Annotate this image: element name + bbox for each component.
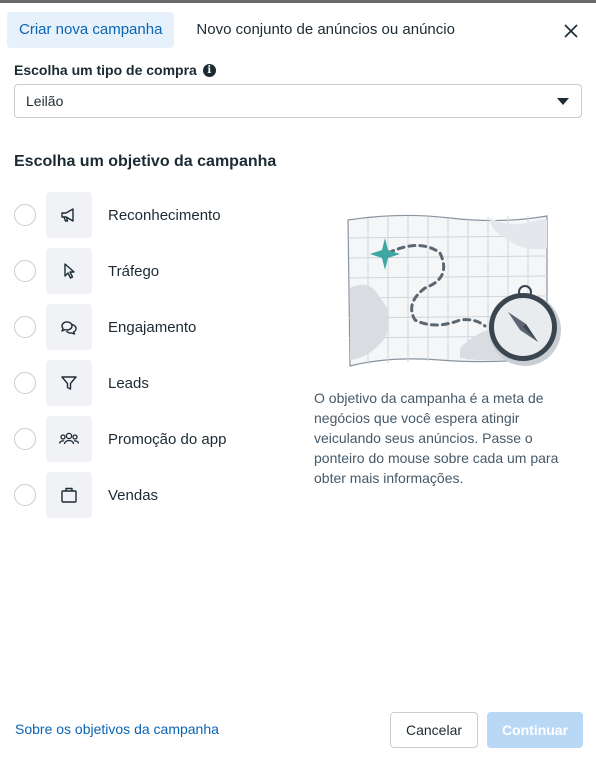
objective-option-promocao-app[interactable]: Promoção do app	[14, 416, 294, 462]
objective-section-title: Escolha um objetivo da campanha	[14, 153, 277, 170]
purchase-type-value: Leilão	[26, 93, 64, 109]
objective-label: Tráfego	[108, 262, 160, 280]
window-top-border	[0, 0, 596, 3]
objective-option-vendas[interactable]: Vendas	[14, 472, 294, 518]
info-icon[interactable]: i	[202, 63, 216, 77]
people-icon	[46, 416, 92, 462]
continue-button[interactable]: Continuar	[487, 712, 583, 748]
chat-bubbles-icon	[46, 304, 92, 350]
objective-option-engajamento[interactable]: Engajamento	[14, 304, 294, 350]
cursor-icon	[46, 248, 92, 294]
objective-label: Vendas	[108, 486, 159, 504]
objective-list: Reconhecimento Tráfego Engajamento Leads	[14, 192, 294, 528]
funnel-icon	[46, 360, 92, 406]
objective-option-reconhecimento[interactable]: Reconhecimento	[14, 192, 294, 238]
tab-bar: Criar nova campanha Novo conjunto de anú…	[7, 12, 467, 48]
cancel-button[interactable]: Cancelar	[390, 712, 478, 748]
radio-button[interactable]	[14, 316, 36, 338]
tab-criar-nova-campanha[interactable]: Criar nova campanha	[7, 12, 175, 48]
radio-button[interactable]	[14, 372, 36, 394]
chevron-down-icon	[557, 98, 569, 105]
shopping-bag-icon	[46, 472, 92, 518]
radio-button[interactable]	[14, 484, 36, 506]
about-objectives-link[interactable]: Sobre os objetivos da campanha	[15, 721, 219, 737]
radio-button[interactable]	[14, 204, 36, 226]
purchase-type-label: Escolha um tipo de compra	[14, 62, 197, 78]
purchase-type-label-row: Escolha um tipo de compra i	[14, 62, 216, 78]
radio-button[interactable]	[14, 260, 36, 282]
radio-button[interactable]	[14, 428, 36, 450]
objective-option-leads[interactable]: Leads	[14, 360, 294, 406]
megaphone-icon	[46, 192, 92, 238]
campaign-map-illustration	[340, 208, 565, 378]
purchase-type-select[interactable]: Leilão	[14, 84, 582, 118]
objective-label: Leads	[108, 374, 149, 392]
objective-label: Engajamento	[108, 318, 197, 336]
objective-description: O objetivo da campanha é a meta de negóc…	[314, 390, 559, 486]
objective-label: Promoção do app	[108, 430, 227, 448]
tab-novo-conjunto[interactable]: Novo conjunto de anúncios ou anúncio	[184, 12, 467, 48]
objective-option-trafego[interactable]: Tráfego	[14, 248, 294, 294]
objective-label: Reconhecimento	[108, 206, 221, 224]
close-icon	[564, 24, 578, 38]
close-button[interactable]	[558, 18, 584, 44]
